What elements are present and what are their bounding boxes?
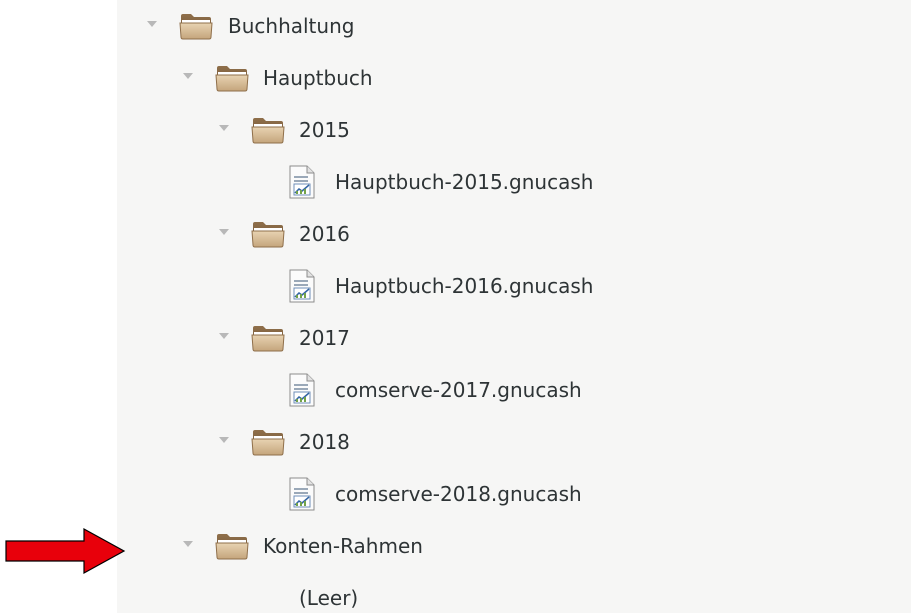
tree-row-hauptbuch[interactable]: Hauptbuch [117, 52, 911, 104]
tree-label: Hauptbuch [263, 66, 373, 90]
tree-row-buchhaltung[interactable]: Buchhaltung [117, 0, 911, 52]
tree-label: comserve-2017.gnucash [335, 378, 582, 402]
chevron-down-icon[interactable] [219, 437, 229, 443]
tree-row-file-2018[interactable]: comserve-2018.gnucash [117, 468, 911, 520]
tree-row-2016[interactable]: 2016 [117, 208, 911, 260]
chevron-down-icon[interactable] [219, 333, 229, 339]
red-arrow-icon [5, 527, 126, 575]
gnucash-file-icon [287, 477, 317, 511]
folder-icon [251, 220, 285, 248]
tree-row-2018[interactable]: 2018 [117, 416, 911, 468]
tree-label: 2017 [299, 326, 350, 350]
chevron-down-icon[interactable] [183, 73, 193, 79]
chevron-down-icon[interactable] [219, 229, 229, 235]
empty-placeholder-text: (Leer) [299, 586, 359, 610]
folder-icon [215, 64, 249, 92]
chevron-down-icon[interactable] [219, 125, 229, 131]
gnucash-file-icon [287, 269, 317, 303]
chevron-down-icon[interactable] [147, 21, 157, 27]
folder-icon [251, 428, 285, 456]
folder-icon [179, 12, 213, 40]
tree-row-file-2015[interactable]: Hauptbuch-2015.gnucash [117, 156, 911, 208]
tree-row-konten-rahmen[interactable]: Konten-Rahmen [117, 520, 911, 572]
chevron-down-icon[interactable] [183, 541, 193, 547]
tree-row-file-2017[interactable]: comserve-2017.gnucash [117, 364, 911, 416]
tree-label: comserve-2018.gnucash [335, 482, 582, 506]
tree-label: Buchhaltung [228, 14, 355, 38]
tree-label: 2016 [299, 222, 350, 246]
tree-label: Hauptbuch-2016.gnucash [335, 274, 594, 298]
tree-label: 2015 [299, 118, 350, 142]
tree-label: Hauptbuch-2015.gnucash [335, 170, 594, 194]
tree-label: Konten-Rahmen [263, 534, 423, 558]
folder-icon [251, 116, 285, 144]
tree-row-2015[interactable]: 2015 [117, 104, 911, 156]
tree-row-2017[interactable]: 2017 [117, 312, 911, 364]
folder-icon [215, 532, 249, 560]
tree-row-file-2016[interactable]: Hauptbuch-2016.gnucash [117, 260, 911, 312]
gnucash-file-icon [287, 373, 317, 407]
folder-icon [251, 324, 285, 352]
tree-label: 2018 [299, 430, 350, 454]
file-tree-panel: Buchhaltung Hauptbuch 2015 Hauptbuch-201… [117, 0, 911, 613]
gnucash-file-icon [287, 165, 317, 199]
tree-row-empty-placeholder: (Leer) [117, 572, 911, 613]
